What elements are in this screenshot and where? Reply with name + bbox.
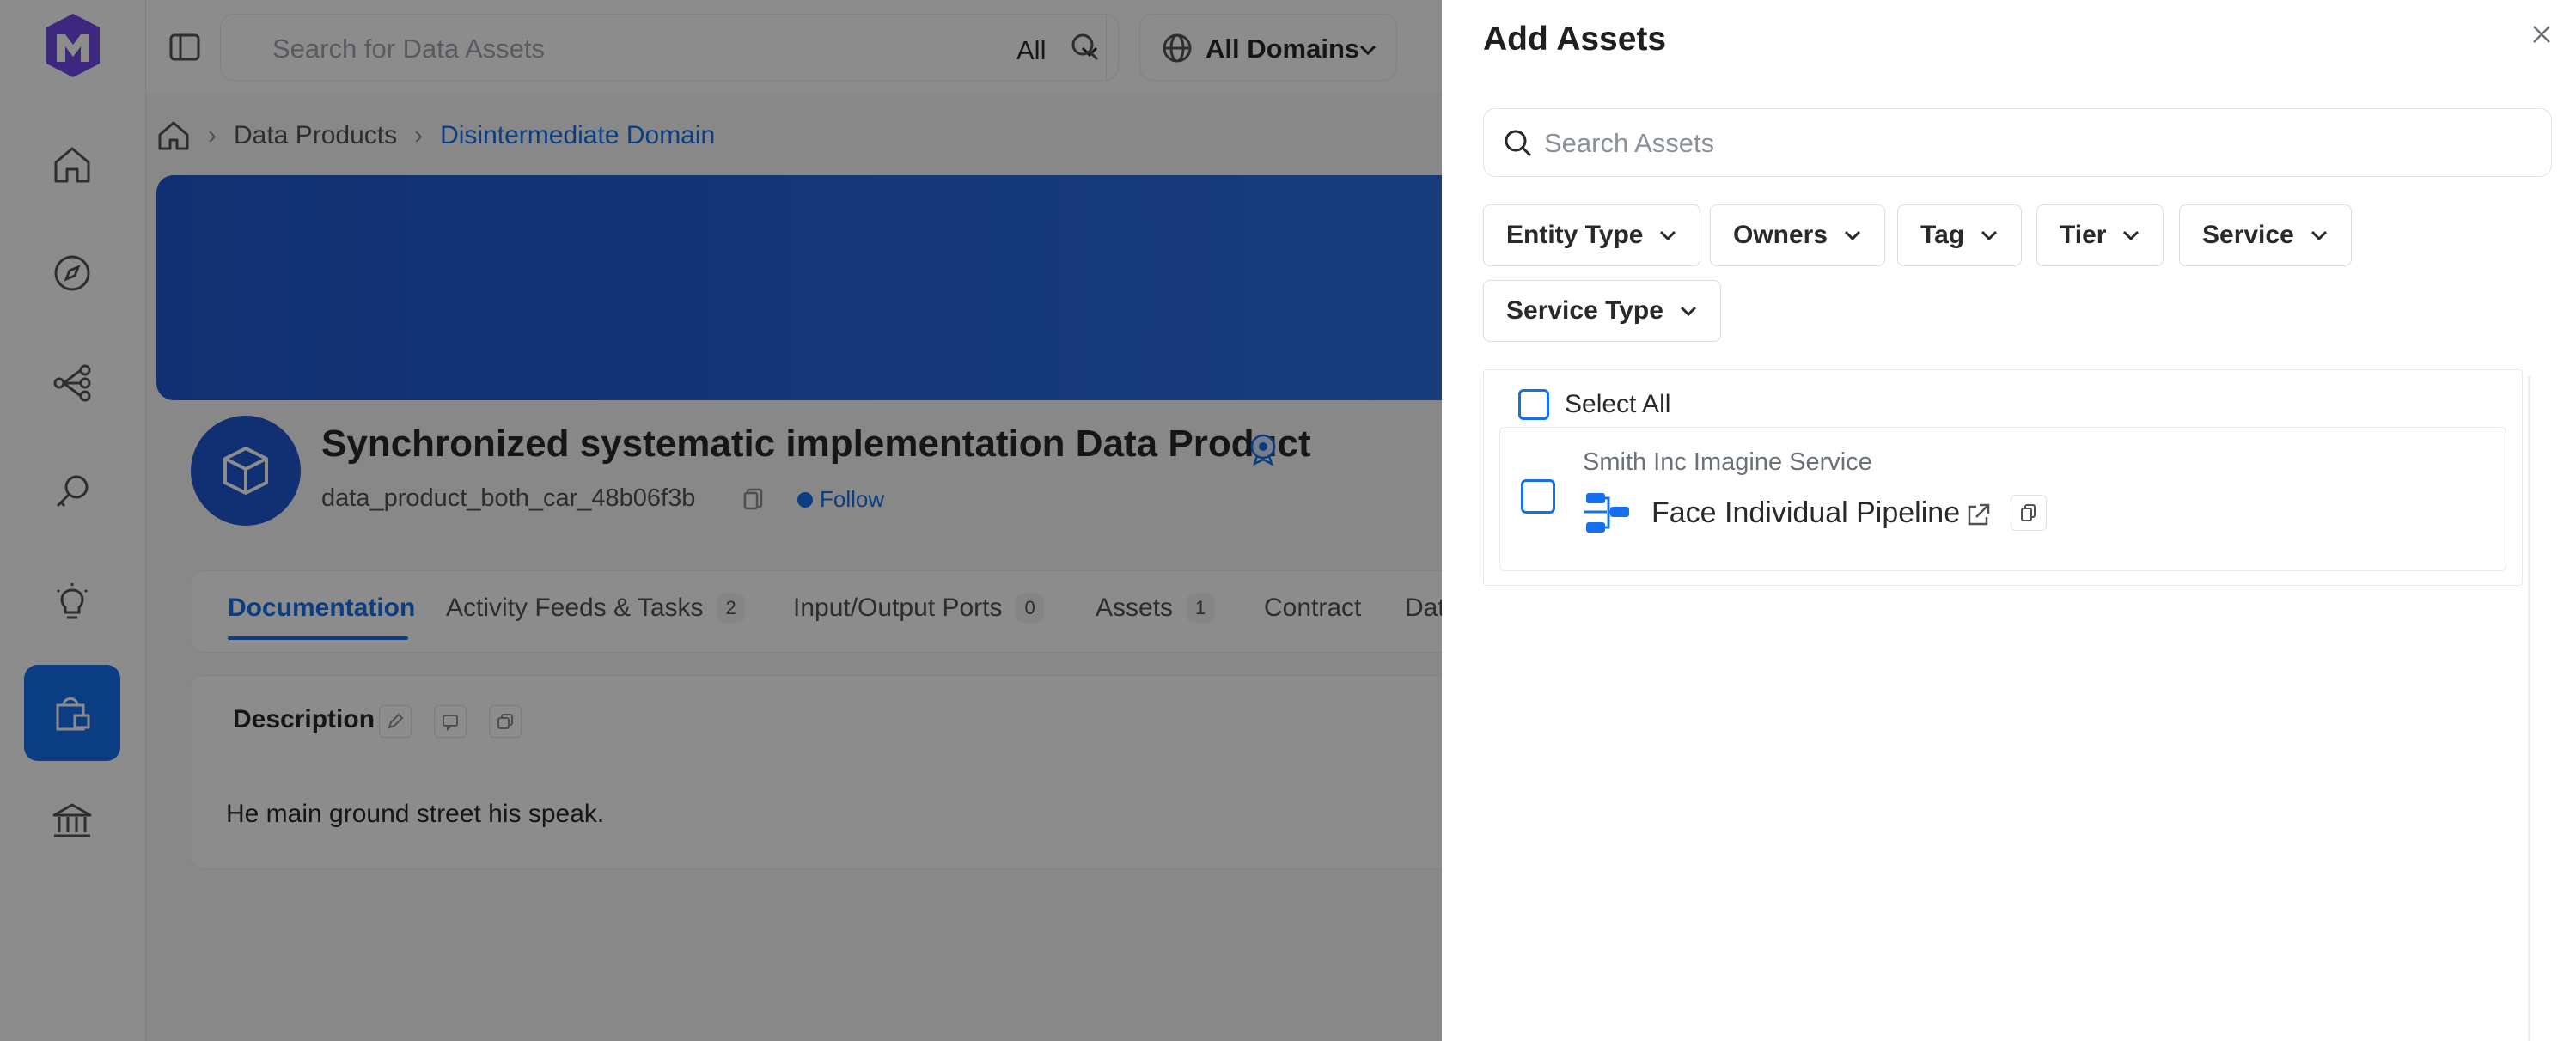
filter-service-type[interactable]: Service Type <box>1483 280 1721 342</box>
chevron-down-icon <box>1844 230 1861 241</box>
add-assets-drawer: Add Assets Search Assets Entity Type Own… <box>1442 0 2576 1041</box>
filter-label: Tag <box>1920 221 1965 249</box>
filter-service[interactable]: Service <box>2179 204 2352 266</box>
drawer-title: Add Assets <box>1483 21 1667 58</box>
asset-name[interactable]: Face Individual Pipeline <box>1651 496 1960 530</box>
filter-tier[interactable]: Tier <box>2036 204 2164 266</box>
chevron-down-icon <box>1660 230 1676 241</box>
chevron-down-icon <box>1981 230 1998 241</box>
external-link-icon[interactable] <box>1964 502 1992 529</box>
asset-results-list: Select All Smith Inc Imagine Service Fac… <box>1483 369 2523 586</box>
filter-label: Service Type <box>1506 296 1663 325</box>
asset-service-name: Smith Inc Imagine Service <box>1583 448 1872 476</box>
drawer-scrollbar[interactable] <box>2528 376 2530 1041</box>
filter-label: Tier <box>2060 221 2107 249</box>
filter-label: Service <box>2202 221 2294 249</box>
asset-card[interactable]: Smith Inc Imagine Service Face Individua… <box>1499 427 2506 571</box>
select-all-label: Select All <box>1565 390 1671 418</box>
asset-checkbox[interactable] <box>1521 479 1555 514</box>
filter-owners[interactable]: Owners <box>1710 204 1886 266</box>
checkbox-icon <box>1518 389 1549 420</box>
pipeline-icon <box>1584 493 1629 533</box>
chevron-down-icon <box>2123 230 2140 241</box>
copy-icon[interactable] <box>2011 495 2047 531</box>
filter-label: Entity Type <box>1506 221 1644 249</box>
modal-overlay[interactable] <box>0 0 1442 1041</box>
filter-entity-type[interactable]: Entity Type <box>1483 204 1701 266</box>
search-icon <box>1505 130 1532 157</box>
select-all-checkbox[interactable]: Select All <box>1518 389 1670 420</box>
chevron-down-icon <box>1680 306 1696 317</box>
close-button[interactable] <box>2526 19 2557 50</box>
filter-tag[interactable]: Tag <box>1897 204 2023 266</box>
filter-label: Owners <box>1733 221 1828 249</box>
chevron-down-icon <box>2310 230 2327 241</box>
assets-search-placeholder: Search Assets <box>1544 128 1715 158</box>
assets-search-input[interactable]: Search Assets <box>1483 108 2552 177</box>
close-icon <box>2533 26 2550 43</box>
